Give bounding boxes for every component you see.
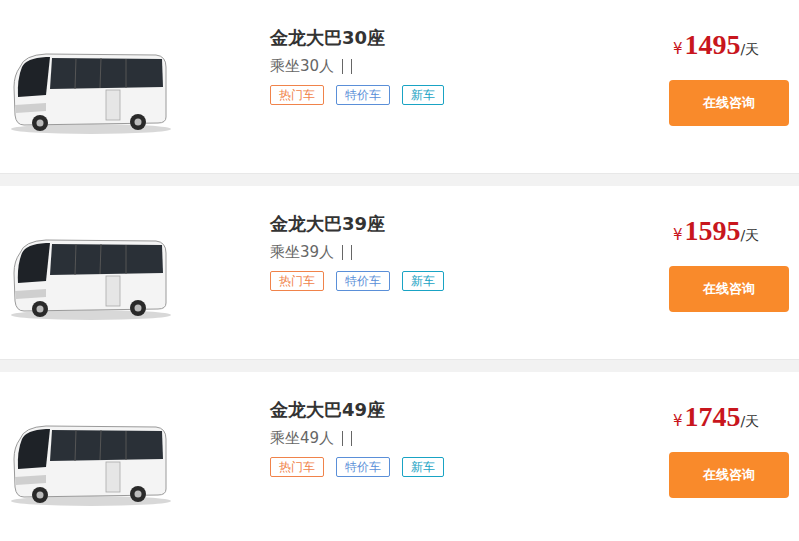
separator	[342, 59, 343, 74]
tag: 特价车	[336, 85, 390, 105]
price: ¥1595/天	[669, 214, 759, 252]
tag: 特价车	[336, 457, 390, 477]
bus-icon	[6, 45, 171, 137]
capacity-text: 乘坐39人	[270, 241, 334, 263]
tag: 特价车	[336, 271, 390, 291]
tag-list: 热门车特价车新车	[270, 85, 669, 105]
currency: ¥	[673, 218, 683, 252]
bus-picture[interactable]	[6, 372, 270, 541]
consult-button[interactable]: 在线咨询	[669, 266, 789, 312]
capacity-text: 乘坐30人	[270, 55, 334, 77]
bus-card: 金龙大巴39座乘坐39人热门车特价车新车¥1595/天在线咨询	[0, 186, 799, 360]
price: ¥1495/天	[669, 28, 759, 66]
bus-card: 金龙大巴49座乘坐49人热门车特价车新车¥1745/天在线咨询	[0, 372, 799, 541]
tag: 热门车	[270, 85, 324, 105]
tag-list: 热门车特价车新车	[270, 457, 669, 477]
consult-button[interactable]: 在线咨询	[669, 452, 789, 498]
bus-title[interactable]: 金龙大巴39座	[270, 211, 669, 237]
tag: 热门车	[270, 271, 324, 291]
bus-title[interactable]: 金龙大巴30座	[270, 25, 669, 51]
bus-title[interactable]: 金龙大巴49座	[270, 397, 669, 423]
currency: ¥	[673, 32, 683, 66]
separator	[342, 245, 343, 260]
bus-info: 金龙大巴30座乘坐30人热门车特价车新车	[270, 0, 669, 173]
separator	[342, 431, 343, 446]
capacity-text: 乘坐49人	[270, 427, 334, 449]
separator	[351, 59, 352, 74]
tag: 热门车	[270, 457, 324, 477]
tag: 新车	[402, 271, 444, 291]
tag-list: 热门车特价车新车	[270, 271, 669, 291]
currency: ¥	[673, 404, 683, 438]
separator	[351, 431, 352, 446]
consult-button[interactable]: 在线咨询	[669, 80, 789, 126]
capacity-line: 乘坐30人	[270, 55, 669, 77]
price-amount: 1745	[685, 400, 741, 434]
price-panel: ¥1745/天在线咨询	[669, 372, 793, 541]
bus-picture[interactable]	[6, 186, 270, 359]
price-unit: /天	[741, 404, 760, 438]
bus-info: 金龙大巴49座乘坐49人热门车特价车新车	[270, 372, 669, 541]
tag: 新车	[402, 457, 444, 477]
bus-icon	[6, 417, 171, 509]
capacity-line: 乘坐49人	[270, 427, 669, 449]
capacity-line: 乘坐39人	[270, 241, 669, 263]
price-amount: 1495	[685, 28, 741, 62]
price-panel: ¥1595/天在线咨询	[669, 186, 793, 359]
price-panel: ¥1495/天在线咨询	[669, 0, 793, 173]
bus-card: 金龙大巴30座乘坐30人热门车特价车新车¥1495/天在线咨询	[0, 0, 799, 174]
bus-icon	[6, 231, 171, 323]
price-unit: /天	[741, 218, 760, 252]
price-unit: /天	[741, 32, 760, 66]
price: ¥1745/天	[669, 400, 759, 438]
bus-info: 金龙大巴39座乘坐39人热门车特价车新车	[270, 186, 669, 359]
listing-page: 金龙大巴30座乘坐30人热门车特价车新车¥1495/天在线咨询金龙大巴39座乘坐…	[0, 0, 799, 541]
bus-picture[interactable]	[6, 0, 270, 173]
price-amount: 1595	[685, 214, 741, 248]
separator	[351, 245, 352, 260]
tag: 新车	[402, 85, 444, 105]
